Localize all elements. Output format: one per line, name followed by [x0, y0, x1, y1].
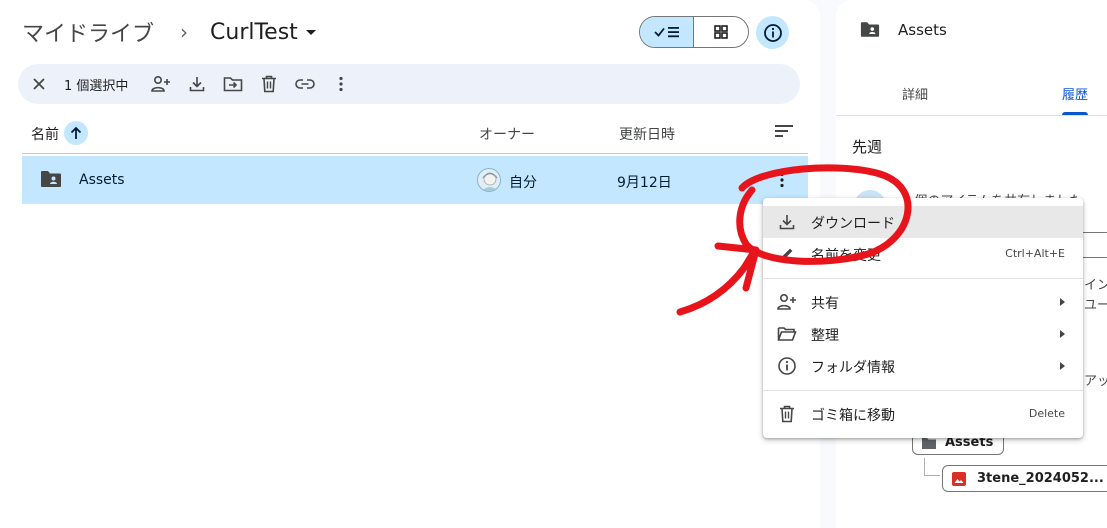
panel-tabs: 詳細 履歴: [836, 70, 1107, 116]
grid-view-button[interactable]: [694, 17, 748, 47]
breadcrumb: マイドライブ › CurlTest: [22, 14, 316, 50]
panel-title: Assets: [898, 21, 947, 39]
owner-name: 自分: [509, 175, 537, 191]
grid-view-icon: [714, 25, 728, 39]
modified-date: 9月12日: [617, 175, 672, 191]
trash-icon: [777, 404, 797, 424]
submenu-arrow-icon: [1060, 362, 1065, 370]
menu-item-download[interactable]: ダウンロード: [763, 206, 1083, 238]
selection-count: 1 個選択中: [64, 78, 129, 94]
tree-connector: [924, 458, 940, 476]
table-row[interactable]: Assets 自分 9月12日: [22, 156, 808, 204]
main-content: マイドライブ › CurlTest 1 個選択中 名前 オーナー 更新日時 As…: [0, 0, 820, 528]
menu-item-shortcut: Ctrl+Alt+E: [1005, 247, 1065, 260]
breadcrumb-root[interactable]: マイドライブ: [22, 16, 154, 48]
folder-open-icon: [777, 324, 797, 344]
owner-avatar: [477, 168, 501, 192]
download-icon: [777, 212, 797, 232]
person-add-icon: [151, 75, 171, 92]
column-header-modified[interactable]: 更新日時: [619, 124, 675, 144]
breadcrumb-separator: ›: [180, 20, 189, 44]
activity-text-fragment: ユー: [1084, 298, 1107, 313]
move-folder-icon: [224, 77, 243, 92]
selection-toolbar: 1 個選択中: [18, 64, 800, 104]
menu-item-label: ダウンロード: [811, 216, 895, 232]
menu-item-organize[interactable]: 整理: [763, 318, 1083, 350]
download-icon: [190, 77, 205, 92]
menu-item-label: 共有: [811, 296, 839, 312]
download-button[interactable]: [182, 69, 212, 99]
copy-link-button[interactable]: [290, 69, 320, 99]
row-more-actions-button[interactable]: [770, 168, 794, 192]
trash-button[interactable]: [254, 69, 284, 99]
menu-item-folder-info[interactable]: フォルダ情報: [763, 350, 1083, 382]
context-menu: ダウンロード 名前を変更 Ctrl+Alt+E 共有 整理 フォルダ情報 ゴミ箱: [763, 198, 1083, 438]
menu-item-label: フォルダ情報: [811, 360, 895, 376]
info-icon: [763, 23, 782, 42]
menu-divider: [763, 278, 1083, 279]
view-toggle: [639, 16, 749, 48]
shared-folder-icon: [40, 170, 62, 192]
sort-options-button[interactable]: [774, 123, 794, 143]
list-header: 名前 オーナー 更新日時: [22, 114, 808, 154]
move-button[interactable]: [218, 69, 248, 99]
file-name: Assets: [79, 172, 125, 188]
breadcrumb-current[interactable]: CurlTest: [210, 20, 298, 45]
menu-item-label: 整理: [811, 328, 839, 344]
more-vert-icon: [339, 76, 344, 92]
menu-item-label: 名前を変更: [811, 248, 881, 264]
sort-lines-icon: [775, 125, 793, 137]
arrow-up-icon: [70, 126, 82, 139]
submenu-arrow-icon: [1060, 298, 1065, 306]
list-view-icon: [653, 27, 679, 38]
caret-down-icon[interactable]: [305, 29, 316, 35]
list-view-button[interactable]: [640, 17, 695, 47]
activity-section-label: 先週: [852, 138, 883, 156]
pencil-icon: [777, 244, 797, 264]
person-add-icon: [777, 292, 797, 312]
tab-details[interactable]: 詳細: [902, 84, 928, 103]
shared-folder-icon: [860, 21, 880, 42]
active-tab-indicator: [1062, 112, 1088, 115]
tab-activity[interactable]: 履歴: [1062, 84, 1088, 103]
column-header-owner[interactable]: オーナー: [479, 124, 535, 144]
submenu-arrow-icon: [1060, 330, 1065, 338]
menu-item-share[interactable]: 共有: [763, 286, 1083, 318]
clear-selection-button[interactable]: [24, 69, 54, 99]
activity-file-chip[interactable]: 3tene_2024052...: [942, 465, 1107, 492]
menu-item-rename[interactable]: 名前を変更 Ctrl+Alt+E: [763, 238, 1083, 270]
activity-text-fragment: イン: [1084, 278, 1107, 293]
more-vert-icon: [780, 172, 784, 188]
menu-item-shortcut: Delete: [1028, 407, 1065, 420]
link-icon: [295, 79, 316, 89]
image-file-icon: [952, 471, 966, 486]
activity-text-fragment: アッ: [1084, 374, 1107, 389]
sort-direction-button[interactable]: [64, 121, 88, 145]
share-button[interactable]: [146, 69, 176, 99]
more-actions-button[interactable]: [326, 69, 356, 99]
menu-item-trash[interactable]: ゴミ箱に移動 Delete: [763, 398, 1083, 430]
activity-file-name: 3tene_2024052...: [977, 471, 1104, 486]
close-icon: [33, 78, 45, 90]
menu-item-label: ゴミ箱に移動: [811, 408, 895, 424]
trash-icon: [262, 75, 277, 93]
column-header-name[interactable]: 名前: [31, 124, 59, 144]
info-icon: [777, 356, 797, 376]
view-details-button[interactable]: [756, 16, 789, 49]
menu-divider: [763, 390, 1083, 391]
